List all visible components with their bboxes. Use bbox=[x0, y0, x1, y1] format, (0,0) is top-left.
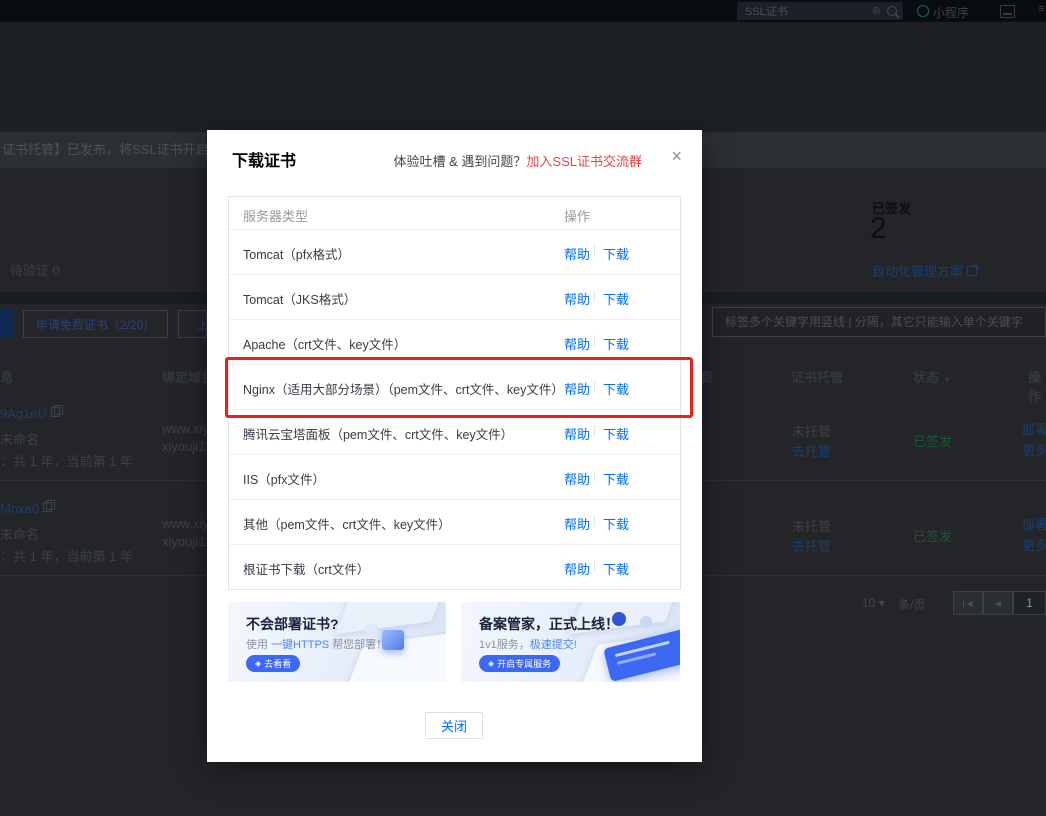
row-nginx: Nginx（适用大部分场景）（pem文件、crt文件、key文件） 帮助 | 下… bbox=[229, 364, 680, 409]
help-link[interactable]: 帮助 bbox=[564, 244, 590, 263]
close-button[interactable]: 关闭 bbox=[425, 712, 483, 739]
help-link[interactable]: 帮助 bbox=[564, 379, 590, 398]
cert-name: 未命名 bbox=[0, 527, 40, 542]
modal-title: 下载证书 bbox=[232, 153, 297, 170]
cert-validity: ：共 1 年，当前第 1 年 bbox=[0, 454, 133, 469]
row-tomcat-jks: Tomcat（JKS格式） 帮助 | 下载 bbox=[229, 274, 680, 319]
external-link-icon bbox=[967, 264, 979, 276]
download-link[interactable]: 下载 bbox=[603, 334, 629, 353]
hosting-status: 未托管 bbox=[792, 424, 832, 439]
per-page-label: 条/页 bbox=[898, 598, 926, 612]
server-type-table: 服务器类型 操作 Tomcat（pfx格式） 帮助 | 下载 Tomcat（JK… bbox=[228, 196, 681, 590]
first-page-button[interactable]: ◀ bbox=[953, 591, 983, 615]
download-link[interactable]: 下载 bbox=[603, 244, 629, 263]
deploy-link[interactable]: 部署 bbox=[1022, 514, 1046, 533]
prev-page-icon: ◀ bbox=[994, 598, 1002, 608]
topbar: ⊗ 小程序 ≡ bbox=[0, 0, 1046, 22]
col-status: 状态 ▼ bbox=[913, 370, 951, 385]
auto-manage-link-label: 自动化管理方案 bbox=[872, 264, 964, 279]
col-operation: 操作 bbox=[564, 209, 591, 224]
help-link[interactable]: 帮助 bbox=[564, 469, 590, 488]
help-link[interactable]: 帮助 bbox=[564, 334, 590, 353]
cert-search-box[interactable] bbox=[712, 307, 1046, 337]
topbar-search-input[interactable] bbox=[743, 4, 866, 18]
deploy-link[interactable]: 部署 bbox=[1022, 419, 1046, 438]
menu-icon: ≡ bbox=[1038, 3, 1045, 15]
cert-name: 未命名 bbox=[0, 432, 40, 447]
col-cert-info-partial: 息 bbox=[0, 370, 14, 385]
help-link[interactable]: 帮助 bbox=[564, 514, 590, 533]
cert-id-link[interactable]: 9Ag1eU bbox=[0, 405, 63, 421]
banner-one-click-https[interactable]: 不会部署证书? 使用 一键HTTPS 帮您部署！ ◈ 去看看 bbox=[228, 602, 446, 682]
col-action: 操作 bbox=[1028, 370, 1042, 404]
apply-free-cert-button[interactable]: 申请免费证书（2/20） bbox=[23, 310, 168, 338]
banner-beian-manager[interactable]: 备案管家，正式上线！ 1v1服务，极速提交! ◈ 开启专属服务 bbox=[461, 602, 680, 682]
cert-validity: ：共 1 年，当前第 1 年 bbox=[0, 549, 133, 564]
download-cert-modal: 下载证书 体验吐槽 & 遇到问题？加入SSL证书交流群 × 服务器类型 操作 T… bbox=[207, 130, 702, 762]
mini-program-icon bbox=[917, 5, 929, 17]
feedback-text: 体验吐槽 & 遇到问题？加入SSL证书交流群 bbox=[393, 154, 642, 169]
help-link[interactable]: 帮助 bbox=[564, 289, 590, 308]
close-icon[interactable]: × bbox=[671, 147, 682, 165]
banner-desc: 1v1服务，极速提交! bbox=[479, 639, 577, 651]
auto-manage-link[interactable]: 自动化管理方案 bbox=[872, 261, 979, 280]
hosting-status: 未托管 bbox=[792, 519, 832, 534]
more-link[interactable]: 更多 bbox=[1022, 440, 1046, 459]
col-cert-hosting: 证书托管 bbox=[791, 370, 844, 385]
banner-desc: 使用 一键HTTPS 帮您部署！ bbox=[246, 639, 388, 651]
help-link[interactable]: 帮助 bbox=[564, 559, 590, 578]
banner-title: 不会部署证书? bbox=[246, 616, 339, 632]
col-server-type: 服务器类型 bbox=[243, 209, 309, 224]
go-hosting-link[interactable]: 去托管 bbox=[792, 441, 831, 460]
download-link[interactable]: 下载 bbox=[603, 559, 629, 578]
status-badge: 已签发 bbox=[913, 529, 953, 544]
row-apache: Apache（crt文件、key文件） 帮助 | 下载 bbox=[229, 319, 680, 364]
topbar-search[interactable]: ⊗ bbox=[737, 2, 903, 20]
copy-icon[interactable] bbox=[50, 405, 63, 417]
badge-icon: ◈ bbox=[488, 659, 495, 668]
mini-program-label[interactable]: 小程序 bbox=[933, 4, 969, 21]
cert-domain-alt: xiyouji12 bbox=[162, 439, 213, 454]
go-see-button[interactable]: ◈ 去看看 bbox=[246, 655, 301, 672]
page-header-zone bbox=[0, 22, 1046, 132]
screen: ⊗ 小程序 ≡ 证书托管】已发布，将SSL证书开启托管即 待验证 0 已签发 2… bbox=[0, 0, 1046, 816]
row-root-cert: 根证书下载（crt文件） 帮助 | 下载 bbox=[229, 544, 680, 589]
issued-count: 2 bbox=[870, 212, 887, 245]
more-link[interactable]: 更多 bbox=[1022, 535, 1046, 554]
chevron-down-icon: ▾ bbox=[878, 596, 885, 610]
clear-icon[interactable]: ⊗ bbox=[872, 5, 881, 17]
console-icon[interactable] bbox=[1000, 5, 1015, 18]
row-other: 其他（pem文件、crt文件、key文件） 帮助 | 下载 bbox=[229, 499, 680, 544]
go-hosting-link[interactable]: 去托管 bbox=[792, 536, 831, 555]
banner-title: 备案管家，正式上线！ bbox=[479, 616, 619, 632]
download-link[interactable]: 下载 bbox=[603, 289, 629, 308]
row-baota-panel: 腾讯云宝塔面板（pem文件、crt文件、key文件） 帮助 | 下载 bbox=[229, 409, 680, 454]
badge-icon: ◈ bbox=[255, 659, 262, 668]
current-page-input[interactable]: 1 bbox=[1013, 591, 1046, 615]
upload-cert-button-partial[interactable]: 上 bbox=[178, 310, 209, 338]
download-link[interactable]: 下载 bbox=[603, 379, 629, 398]
cert-domain-alt: xiyouji12 bbox=[162, 534, 213, 549]
search-icon[interactable] bbox=[887, 6, 897, 16]
page-size-select[interactable]: 10 ▾ bbox=[862, 596, 885, 610]
cert-id-link[interactable]: Mnxa0 bbox=[0, 500, 56, 516]
table-header: 服务器类型 操作 bbox=[229, 197, 680, 229]
row-tomcat-pfx: Tomcat（pfx格式） 帮助 | 下载 bbox=[229, 229, 680, 274]
tab-pending-validation[interactable]: 待验证 0 bbox=[10, 260, 60, 279]
help-link[interactable]: 帮助 bbox=[564, 424, 590, 443]
prev-page-button[interactable]: ◀ bbox=[983, 591, 1013, 615]
row-iis: IIS（pfx文件） 帮助 | 下载 bbox=[229, 454, 680, 499]
download-link[interactable]: 下载 bbox=[603, 469, 629, 488]
download-link[interactable]: 下载 bbox=[603, 424, 629, 443]
status-badge: 已签发 bbox=[913, 434, 953, 449]
first-page-icon: ◀ bbox=[966, 598, 973, 608]
download-link[interactable]: 下载 bbox=[603, 514, 629, 533]
join-group-link[interactable]: 加入SSL证书交流群 bbox=[526, 154, 642, 169]
open-service-button[interactable]: ◈ 开启专属服务 bbox=[479, 655, 561, 672]
filter-icon[interactable]: ▼ bbox=[943, 375, 951, 384]
copy-icon[interactable] bbox=[43, 500, 56, 512]
cert-search-input[interactable] bbox=[723, 314, 1035, 330]
buy-cert-button-partial[interactable] bbox=[0, 310, 13, 338]
